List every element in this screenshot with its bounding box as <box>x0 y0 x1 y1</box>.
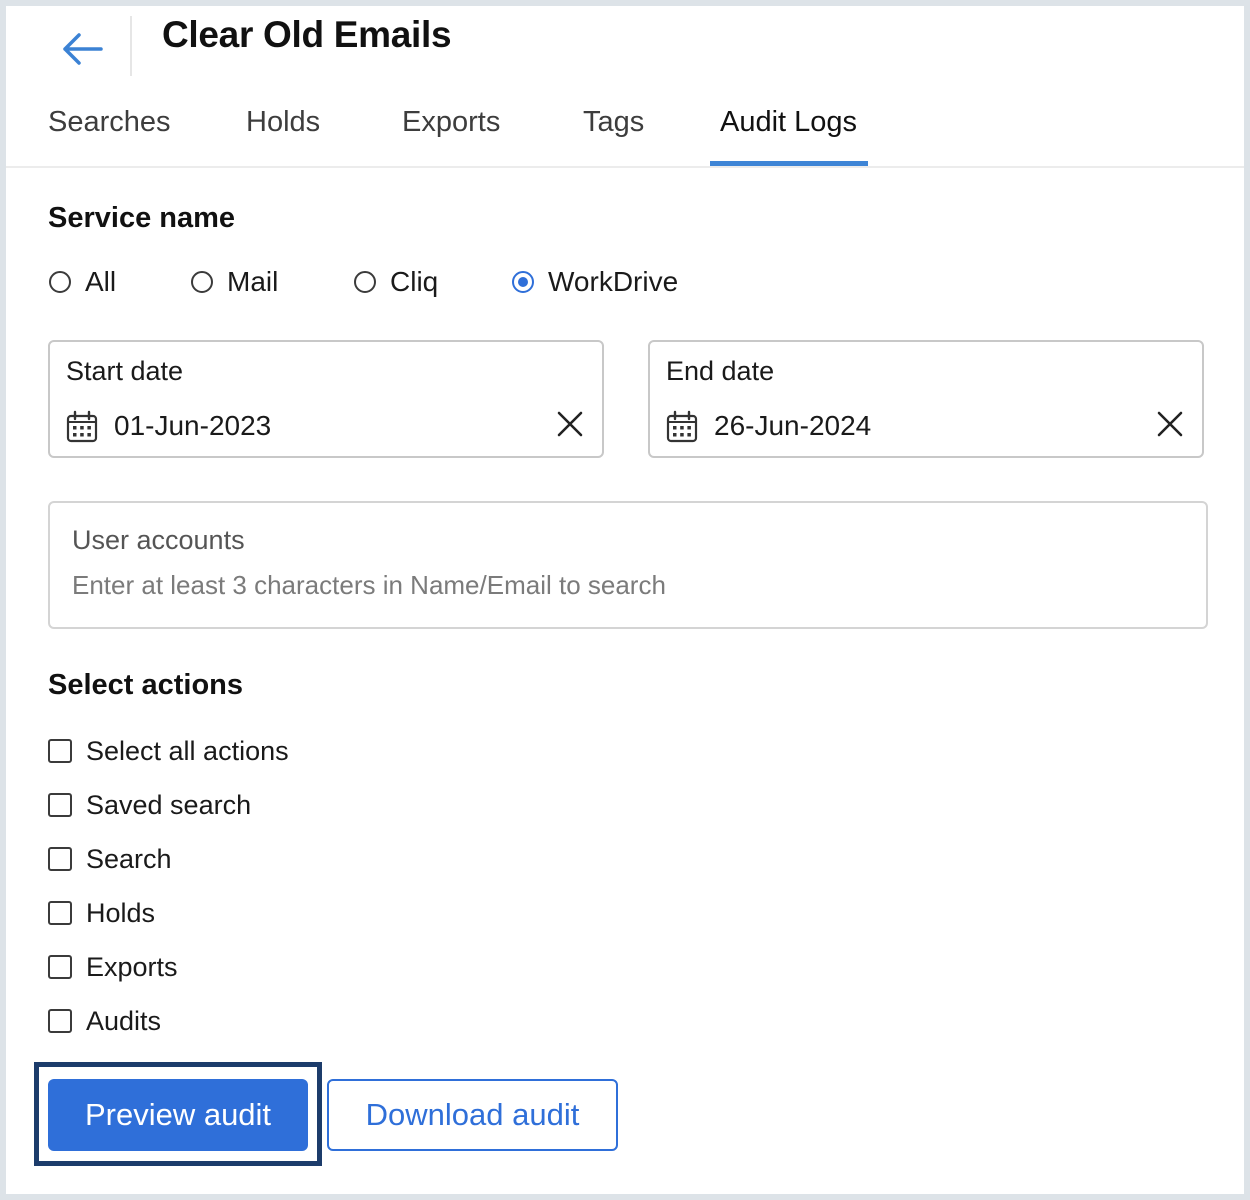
radio-button[interactable] <box>49 271 71 293</box>
checkbox-saved-search[interactable]: Saved search <box>48 787 251 823</box>
tab-holds[interactable]: Holds <box>246 106 320 139</box>
radio-all[interactable]: All <box>49 264 116 300</box>
tab-exports[interactable]: Exports <box>402 106 500 139</box>
download-audit-button[interactable]: Download audit <box>327 1079 618 1151</box>
radio-button-selected[interactable] <box>512 271 534 293</box>
user-accounts-field[interactable]: User accounts <box>48 501 1208 629</box>
audit-log-panel: Clear Old Emails Searches Holds Exports … <box>6 6 1244 1194</box>
checkbox[interactable] <box>48 955 72 979</box>
close-icon[interactable] <box>1154 408 1186 440</box>
radio-mail[interactable]: Mail <box>191 264 278 300</box>
checkbox[interactable] <box>48 1009 72 1033</box>
checkbox-label: Holds <box>86 897 156 928</box>
checkbox[interactable] <box>48 847 72 871</box>
end-date-value[interactable]: 26-Jun-2024 <box>714 410 871 442</box>
back-button[interactable] <box>54 24 112 74</box>
service-name-heading: Service name <box>48 202 236 234</box>
checkbox-audits[interactable]: Audits <box>48 1003 161 1039</box>
radio-workdrive[interactable]: WorkDrive <box>512 264 678 300</box>
checkbox-holds[interactable]: Holds <box>48 895 155 931</box>
checkbox[interactable] <box>48 901 72 925</box>
preview-audit-button[interactable]: Preview audit <box>48 1079 308 1151</box>
radio-label: WorkDrive <box>548 266 679 297</box>
calendar-icon <box>666 410 698 443</box>
radio-cliq[interactable]: Cliq <box>354 264 438 300</box>
end-date-label: End date <box>666 356 775 386</box>
header-divider <box>130 16 132 76</box>
tab-audit-logs[interactable]: Audit Logs <box>720 106 857 139</box>
checkbox-label: Audits <box>86 1005 162 1036</box>
radio-label: All <box>85 266 117 297</box>
radio-label: Mail <box>227 266 279 297</box>
end-date-field[interactable]: End date 26-Jun-2024 <box>648 340 1204 458</box>
start-date-field[interactable]: Start date 01-Jun-2023 <box>48 340 604 458</box>
close-icon[interactable] <box>554 408 586 440</box>
radio-button[interactable] <box>191 271 213 293</box>
tab-bar: Searches Holds Exports Tags Audit Logs <box>6 94 1244 168</box>
active-tab-indicator <box>710 161 868 166</box>
radio-label: Cliq <box>390 266 439 297</box>
calendar-icon <box>66 410 98 443</box>
start-date-value[interactable]: 01-Jun-2023 <box>114 410 271 442</box>
page-title: Clear Old Emails <box>162 14 452 55</box>
select-actions-heading: Select actions <box>48 669 244 701</box>
checkbox-label: Saved search <box>86 789 252 820</box>
start-date-label: Start date <box>66 356 184 386</box>
radio-button[interactable] <box>354 271 376 293</box>
checkbox-label: Exports <box>86 951 178 982</box>
checkbox-search[interactable]: Search <box>48 841 172 877</box>
arrow-left-icon <box>63 33 103 65</box>
user-accounts-input[interactable] <box>70 565 1184 605</box>
checkbox[interactable] <box>48 793 72 817</box>
checkbox-label: Select all actions <box>86 735 289 766</box>
checkbox[interactable] <box>48 739 72 763</box>
user-accounts-label: User accounts <box>72 525 245 555</box>
tab-tags[interactable]: Tags <box>583 106 644 139</box>
tab-searches[interactable]: Searches <box>48 106 171 139</box>
checkbox-select-all-actions[interactable]: Select all actions <box>48 733 289 769</box>
checkbox-exports[interactable]: Exports <box>48 949 178 985</box>
checkbox-label: Search <box>86 843 172 874</box>
